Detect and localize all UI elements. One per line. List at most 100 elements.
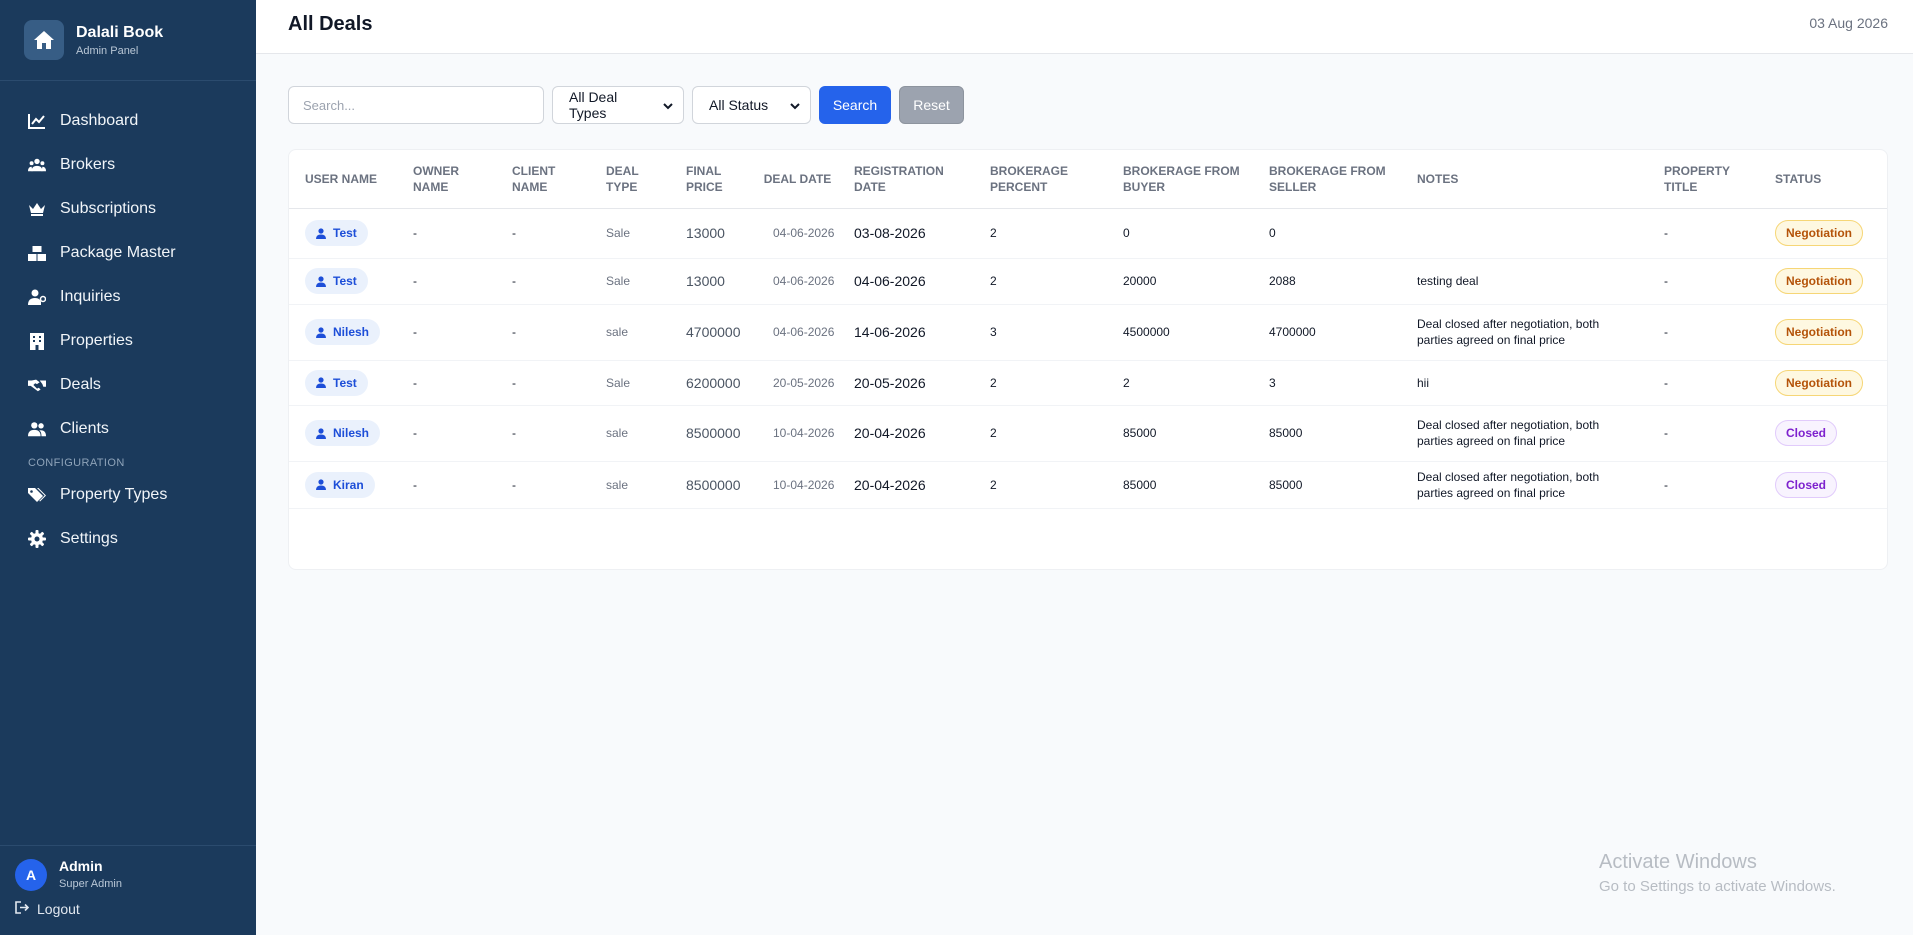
sidebar-item-label: Brokers (60, 156, 116, 173)
table-row[interactable]: Nilesh - - sale 8500000 10-04-2026 20-04… (289, 405, 1887, 461)
table-row[interactable]: Test - - Sale 13000 04-06-2026 04-06-202… (289, 258, 1887, 304)
registration-date-cell: 04-06-2026 (854, 273, 926, 289)
sidebar-item-label: Dashboard (60, 112, 139, 129)
logout-icon (15, 901, 30, 917)
client-name-cell: - (512, 274, 516, 288)
user-pill[interactable]: Kiran (305, 471, 375, 498)
column-header[interactable]: CLIENT NAME (496, 150, 590, 208)
filter-bar: All Deal Types All Status Search Reset (288, 86, 964, 124)
user-pill[interactable]: Test (305, 268, 368, 294)
reset-button[interactable]: Reset (899, 86, 964, 124)
deal-type-value: All Deal Types (569, 89, 618, 121)
property-title-cell: - (1664, 375, 1668, 390)
column-header[interactable]: PROPERTY TITLE (1648, 150, 1759, 208)
status-badge: Negotiation (1775, 268, 1863, 294)
client-name-cell: - (512, 226, 516, 240)
user-name-cell: Test (333, 375, 357, 390)
logout-button[interactable]: Logout (0, 891, 256, 917)
user-role: Super Admin (59, 878, 122, 890)
column-header[interactable]: NOTES (1401, 150, 1648, 208)
status-select[interactable]: All Status (692, 86, 811, 124)
table-row[interactable]: Kiran - - sale 8500000 10-04-2026 20-04-… (289, 461, 1887, 508)
search-input[interactable] (288, 86, 544, 124)
status-badge: Negotiation (1775, 220, 1863, 246)
deals-table: USER NAME OWNER NAME CLIENT NAME DEAL TY… (289, 150, 1887, 509)
sidebar-item-brokers[interactable]: Brokers (0, 143, 256, 187)
top-header: All Deals 03 Aug 2026 (256, 0, 1913, 54)
column-header[interactable]: DEAL DATE (757, 150, 838, 208)
page-title: All Deals (288, 13, 373, 35)
building-icon (28, 332, 46, 350)
column-header[interactable]: STATUS (1759, 150, 1887, 208)
sidebar-footer: A Admin Super Admin Logout (0, 845, 256, 935)
home-icon (24, 20, 64, 60)
notes-cell: hii (1417, 375, 1430, 390)
brokerage-from-buyer-cell: 85000 (1123, 426, 1157, 440)
deal-type-cell: sale (606, 426, 629, 440)
sidebar-item-label: Deals (60, 376, 101, 393)
sidebar-item-dashboard[interactable]: Dashboard (0, 99, 256, 143)
table-row[interactable]: Test - - Sale 13000 04-06-2026 03-08-202… (289, 208, 1887, 258)
brand[interactable]: Dalali Book Admin Panel (0, 0, 256, 81)
user-pill[interactable]: Test (305, 369, 368, 396)
tags-icon (28, 486, 46, 504)
brokerage-from-buyer-cell: 85000 (1123, 477, 1157, 492)
table-row[interactable]: Nilesh - - sale 4700000 04-06-2026 14-06… (289, 304, 1887, 360)
sidebar-item-clients[interactable]: Clients (0, 407, 256, 451)
column-header[interactable]: BROKERAGE PERCENT (974, 150, 1107, 208)
column-header[interactable]: REGISTRATION DATE (838, 150, 974, 208)
nav-section-configuration: CONFIGURATION (28, 457, 125, 469)
sidebar-item-deals[interactable]: Deals (0, 363, 256, 407)
brokerage-percent-cell: 3 (990, 325, 997, 339)
status-cell: Closed (1759, 405, 1887, 461)
user-name-cell: Nilesh (333, 325, 370, 339)
brokerage-percent-cell: 2 (990, 226, 997, 240)
property-title-cell: - (1664, 477, 1668, 492)
registration-date-cell: 20-04-2026 (854, 425, 926, 441)
handshake-icon (28, 376, 46, 394)
column-header[interactable]: DEAL TYPE (590, 150, 670, 208)
brokerage-from-buyer-cell: 4500000 (1123, 325, 1170, 339)
owner-name-cell: - (413, 426, 417, 440)
column-header[interactable]: USER NAME (289, 150, 397, 208)
sidebar-item-label: Clients (60, 420, 109, 437)
sidebar-item-subscriptions[interactable]: Subscriptions (0, 187, 256, 231)
user-name-cell: Test (333, 274, 357, 288)
status-cell: Negotiation (1759, 258, 1887, 304)
brokerage-percent-cell: 2 (990, 477, 997, 492)
user-pill[interactable]: Test (305, 220, 368, 246)
search-button[interactable]: Search (819, 86, 891, 124)
registration-date-cell: 20-05-2026 (854, 374, 926, 391)
sidebar-item-property-types[interactable]: Property Types (0, 473, 256, 517)
gear-icon (28, 530, 46, 548)
user-pill[interactable]: Nilesh (305, 420, 381, 446)
owner-name-cell: - (413, 375, 417, 390)
sidebar-item-package-master[interactable]: Package Master (0, 231, 256, 275)
owner-name-cell: - (413, 274, 417, 288)
user-profile[interactable]: A Admin Super Admin (0, 846, 256, 891)
sidebar-item-label: Inquiries (60, 288, 121, 305)
brokerage-percent-cell: 2 (990, 375, 997, 390)
watermark-subtitle: Go to Settings to activate Windows. (1599, 878, 1836, 895)
status-badge: Negotiation (1775, 369, 1863, 396)
brokerage-from-seller-cell: 3 (1269, 375, 1276, 390)
final-price-cell: 6200000 (686, 374, 741, 391)
table-row[interactable]: Test - - Sale 6200000 20-05-2026 20-05-2… (289, 360, 1887, 405)
column-header[interactable]: OWNER NAME (397, 150, 496, 208)
sidebar-item-inquiries[interactable]: Inquiries (0, 275, 256, 319)
column-header[interactable]: FINAL PRICE (670, 150, 757, 208)
column-header[interactable]: BROKERAGE FROM BUYER (1107, 150, 1253, 208)
notes-cell: testing deal (1417, 274, 1479, 288)
deal-type-cell: sale (606, 325, 629, 339)
deal-date-cell: 10-04-2026 (773, 426, 835, 440)
sidebar-item-label: Settings (60, 530, 118, 547)
sidebar-item-settings[interactable]: Settings (0, 517, 256, 561)
sidebar-item-label: Properties (60, 332, 133, 349)
column-header[interactable]: BROKERAGE FROM SELLER (1253, 150, 1401, 208)
notes-cell: Deal closed after negotiation, both part… (1417, 418, 1600, 448)
client-name-cell: - (512, 325, 516, 339)
brokerage-percent-cell: 2 (990, 426, 997, 440)
deal-type-select[interactable]: All Deal Types (552, 86, 684, 124)
sidebar-item-properties[interactable]: Properties (0, 319, 256, 363)
user-pill[interactable]: Nilesh (305, 319, 381, 345)
